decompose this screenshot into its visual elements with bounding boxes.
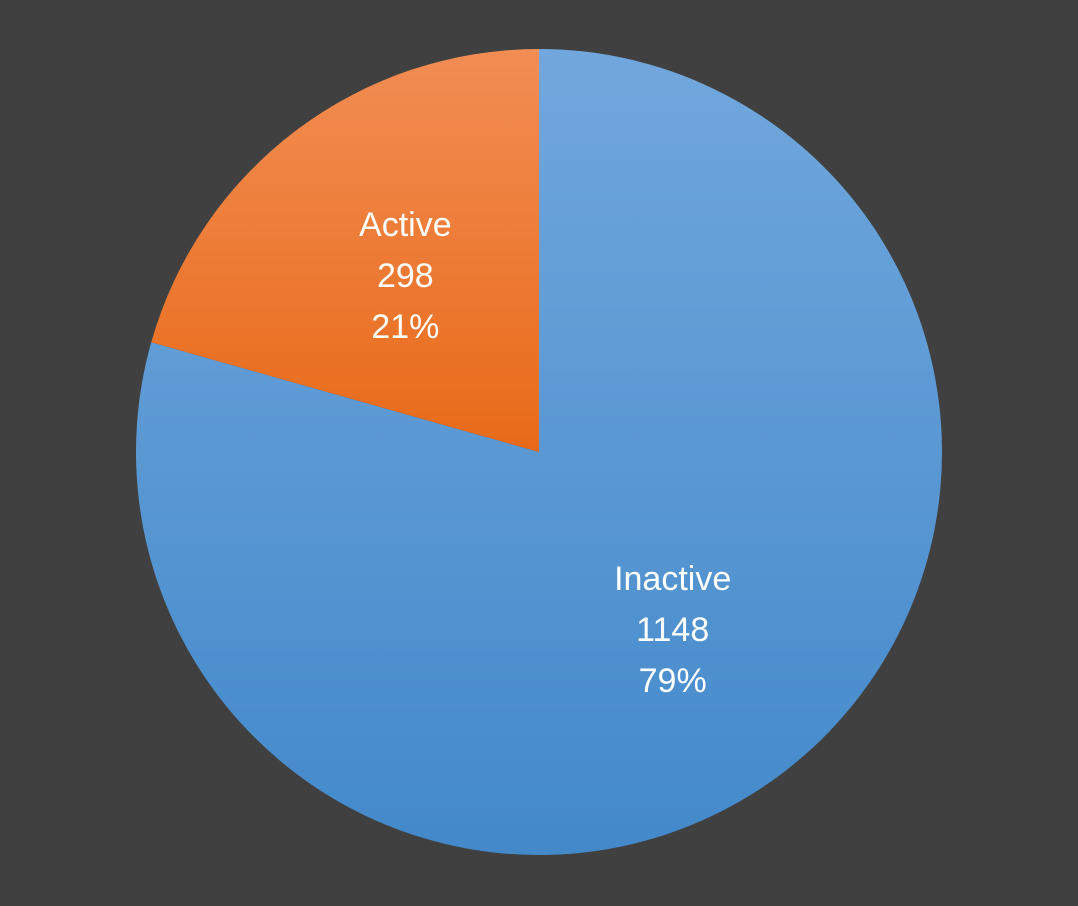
slice-label-value: 298 — [377, 257, 434, 295]
slice-label-percent: 21% — [371, 308, 439, 346]
pie-slices — [135, 49, 943, 855]
slice-label-percent: 79% — [639, 662, 707, 700]
pie-chart: Inactive 1148 79% Active 298 21% — [135, 49, 943, 855]
pie-chart-container: Inactive 1148 79% Active 298 21% — [0, 0, 1078, 906]
slice-label-name: Inactive — [614, 560, 731, 598]
slice-label-value: 1148 — [636, 611, 709, 649]
slice-label-name: Active — [359, 206, 452, 244]
